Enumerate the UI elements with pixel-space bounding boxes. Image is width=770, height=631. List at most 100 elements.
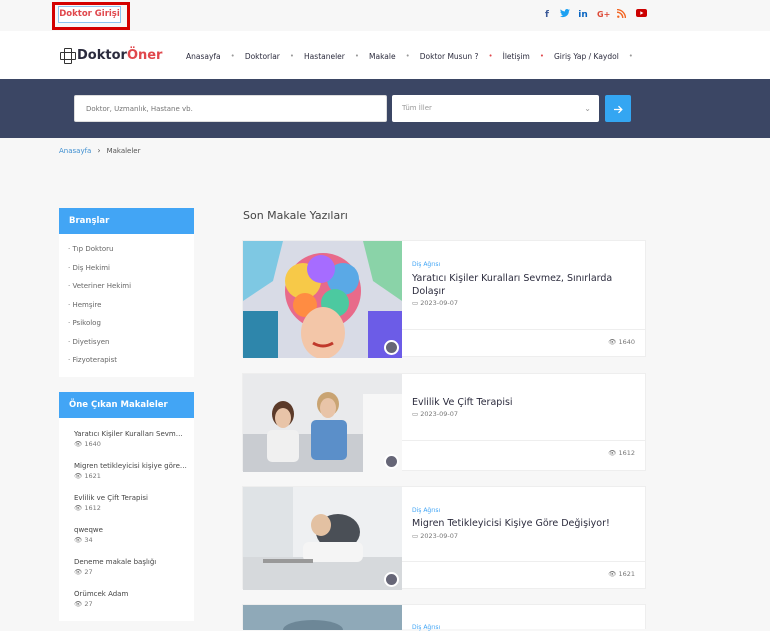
- google-plus-icon[interactable]: G+: [597, 9, 610, 21]
- eye-icon: 👁: [74, 568, 83, 576]
- arrow-right-icon: [613, 105, 623, 113]
- featured-article-item[interactable]: Evlilik ve Çift Terapisi 👁 1612: [59, 486, 194, 518]
- eye-icon: 👁: [608, 570, 617, 578]
- article-date: ▭ 2023-09-07: [412, 299, 459, 307]
- article-views: 👁 1621: [608, 570, 635, 578]
- featured-article-views: 👁 27: [74, 568, 93, 576]
- menu-item-doktorlar[interactable]: Doktorlar: [245, 52, 280, 61]
- article-card[interactable]: Evlilik Ve Çift Terapisi ▭ 2023-09-07 👁 …: [242, 373, 646, 472]
- menu-item-makale[interactable]: Makale: [369, 52, 396, 61]
- featured-article-views: 👁 1640: [74, 440, 101, 448]
- featured-article-title: Yaratıcı Kişiler Kuralları Sevmez, Sınır…: [74, 430, 187, 438]
- card-divider: [402, 561, 645, 562]
- logo-text-doktor: Doktor: [77, 47, 127, 63]
- branch-item[interactable]: · Hemşire: [59, 296, 194, 315]
- article-card[interactable]: Diş Ağrısı Yaratıcı Kişiler Kuralları Se…: [242, 240, 646, 358]
- eye-icon: 👁: [608, 338, 617, 346]
- article-category[interactable]: Diş Ağrısı: [412, 624, 440, 631]
- breadcrumb-home-link[interactable]: Anasayfa: [59, 147, 91, 155]
- branches-panel: Branşlar · Tıp Doktoru · Diş Hekimi · Ve…: [59, 208, 194, 377]
- logo-text-oner: Öner: [126, 47, 163, 63]
- medical-cross-icon: [60, 48, 76, 64]
- eye-icon: 👁: [74, 600, 83, 608]
- featured-article-views: 👁 1612: [74, 504, 101, 512]
- eye-icon: 👁: [608, 449, 617, 457]
- featured-article-item[interactable]: Yaratıcı Kişiler Kuralları Sevmez, Sınır…: [59, 422, 194, 454]
- city-select-value: Tüm İller: [402, 104, 432, 112]
- menu-separator: •: [354, 52, 360, 60]
- branch-item[interactable]: · Fizyoterapist: [59, 351, 194, 370]
- menu-item-anasayfa[interactable]: Anasayfa: [186, 52, 221, 61]
- featured-article-item[interactable]: Örümcek Adam 👁 27: [59, 582, 194, 614]
- article-category[interactable]: Diş Ağrısı: [412, 507, 440, 514]
- linkedin-icon[interactable]: in: [578, 9, 588, 21]
- menu-item-giris-kaydol[interactable]: Giriş Yap / Kaydol: [554, 52, 619, 61]
- menu-item-hastaneler[interactable]: Hastaneler: [304, 52, 345, 61]
- author-avatar: [384, 572, 399, 587]
- branch-item[interactable]: · Psikolog: [59, 314, 194, 333]
- calendar-icon: ▭: [412, 299, 419, 307]
- eye-icon: 👁: [74, 472, 83, 480]
- article-category[interactable]: Diş Ağrısı: [412, 261, 440, 268]
- featured-article-title: Evlilik ve Çift Terapisi: [74, 494, 148, 502]
- branches-title: Branşlar: [59, 208, 194, 234]
- card-divider: [402, 329, 645, 330]
- breadcrumb-current: Makaleler: [106, 146, 141, 155]
- featured-article-views: 👁 27: [74, 600, 93, 608]
- article-thumbnail[interactable]: [243, 241, 402, 358]
- menu-item-doktor-musun[interactable]: Doktor Musun ?: [420, 52, 479, 61]
- featured-article-item[interactable]: qweqwe 👁 34: [59, 518, 194, 550]
- menu-separator: •: [628, 52, 633, 60]
- article-card[interactable]: Diş Ağrısı Migren Tetikleyicisi Kişiye G…: [242, 486, 646, 590]
- article-views: 👁 1612: [608, 449, 635, 457]
- featured-article-item[interactable]: Deneme makale başlığı 👁 27: [59, 550, 194, 582]
- chevron-down-icon: ⌄: [584, 104, 591, 113]
- card-divider: [402, 440, 645, 441]
- menu-separator: •: [539, 52, 544, 60]
- doctor-login-button[interactable]: Doktor Girişi: [58, 6, 121, 23]
- article-thumbnail[interactable]: [243, 374, 402, 472]
- branch-item[interactable]: · Veteriner Hekimi: [59, 277, 194, 296]
- menu-separator: •: [488, 52, 493, 60]
- site-logo[interactable]: Doktor Öner: [60, 46, 162, 64]
- menu-separator: •: [230, 52, 235, 60]
- featured-article-views: 👁 34: [74, 536, 93, 544]
- article-views: 👁 1640: [608, 338, 635, 346]
- article-date: ▭ 2023-09-07: [412, 532, 459, 540]
- chevron-right-icon: ›: [97, 146, 101, 155]
- youtube-icon[interactable]: [636, 9, 647, 21]
- featured-article-title: qweqwe: [74, 526, 103, 534]
- branch-item[interactable]: · Tıp Doktoru: [59, 240, 194, 259]
- article-date: ▭ 2023-09-07: [412, 410, 459, 418]
- article-title[interactable]: Evlilik Ve Çift Terapisi: [412, 396, 637, 409]
- featured-article-item[interactable]: Migren tetikleyicisi kişiye göre değişiy…: [59, 454, 194, 486]
- breadcrumb: Anasayfa › Makaleler: [59, 146, 141, 155]
- menu-separator: •: [289, 52, 295, 60]
- featured-articles-title: Öne Çıkan Makaleler: [59, 392, 194, 418]
- featured-article-views: 👁 1621: [74, 472, 101, 480]
- rss-icon[interactable]: [616, 8, 627, 21]
- calendar-icon: ▭: [412, 410, 419, 418]
- city-select[interactable]: Tüm İller ⌄: [392, 95, 599, 122]
- menu-separator: •: [405, 52, 410, 60]
- menu-item-iletisim[interactable]: İletişim: [503, 52, 530, 61]
- featured-article-title: Deneme makale başlığı: [74, 558, 157, 566]
- facebook-icon[interactable]: f: [544, 9, 550, 21]
- featured-article-title: Örümcek Adam: [74, 590, 129, 598]
- featured-articles-panel: Öne Çıkan Makaleler Yaratıcı Kişiler Kur…: [59, 392, 194, 621]
- article-title[interactable]: Yaratıcı Kişiler Kuralları Sevmez, Sınır…: [412, 272, 637, 298]
- eye-icon: 👁: [74, 440, 83, 448]
- twitter-icon[interactable]: [560, 9, 570, 21]
- article-title[interactable]: Migren Tetikleyicisi Kişiye Göre Değişiy…: [412, 517, 637, 530]
- article-card[interactable]: Diş Ağrısı: [242, 604, 646, 631]
- article-thumbnail[interactable]: [243, 605, 402, 630]
- eye-icon: 👁: [74, 504, 83, 512]
- search-submit-button[interactable]: [605, 95, 631, 122]
- featured-article-title: Migren tetikleyicisi kişiye göre değişiy…: [74, 462, 187, 470]
- branch-item[interactable]: · Diş Hekimi: [59, 259, 194, 278]
- author-avatar: [384, 454, 399, 469]
- main-menu: Anasayfa • Doktorlar • Hastaneler • Maka…: [186, 50, 643, 62]
- search-input[interactable]: [74, 95, 387, 122]
- article-thumbnail[interactable]: [243, 487, 402, 590]
- branch-item[interactable]: · Diyetisyen: [59, 333, 194, 352]
